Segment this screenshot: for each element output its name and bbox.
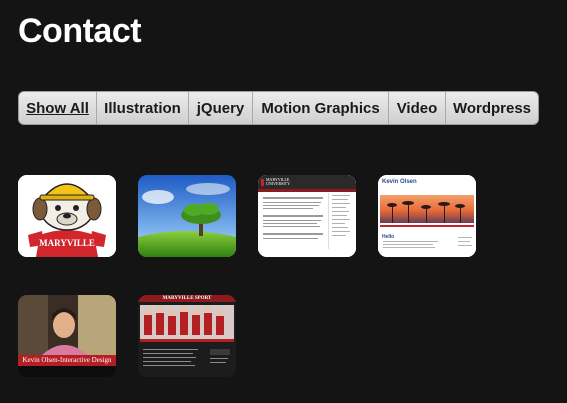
- filter-label: jQuery: [196, 99, 245, 117]
- filter-motion-graphics[interactable]: Motion Graphics: [253, 92, 389, 124]
- filter-label: Illustration: [104, 99, 181, 117]
- filter-label: Show All: [26, 99, 89, 117]
- video-caption: Kevin Olsen-Interactive Design: [22, 356, 112, 364]
- website-screenshot-icon: [138, 295, 236, 377]
- website-screenshot-icon: [258, 175, 356, 257]
- filter-label: Video: [396, 99, 438, 117]
- filter-video[interactable]: Video: [389, 92, 446, 124]
- filter-wordpress[interactable]: Wordpress: [446, 92, 538, 124]
- portfolio-thumb-maryville-sport[interactable]: MARYVILLE SPORT: [138, 295, 236, 377]
- page-title: Contact: [18, 12, 142, 50]
- maryville-sport-logo: MARYVILLE SPORT: [162, 296, 212, 301]
- filter-jquery[interactable]: jQuery: [189, 92, 253, 124]
- website-screenshot-icon: [378, 175, 476, 257]
- portfolio-thumb-maryville-site[interactable]: MARYVILLE UNIVERSITY: [258, 175, 356, 257]
- portfolio-thumb-tree[interactable]: [138, 175, 236, 257]
- filter-label: Wordpress: [452, 99, 532, 117]
- kevin-site-heading: Hello: [382, 234, 395, 240]
- maryville-site-logo: MARYVILLE UNIVERSITY: [266, 177, 290, 186]
- portfolio-thumb-kevin-site[interactable]: Kevin Olsen Hello: [378, 175, 476, 257]
- filter-label: Motion Graphics: [261, 99, 380, 117]
- portfolio-thumb-video[interactable]: Kevin Olsen-Interactive Design: [18, 295, 116, 377]
- filter-illustration[interactable]: Illustration: [97, 92, 189, 124]
- filter-show-all[interactable]: Show All: [19, 92, 97, 124]
- portfolio-thumb-mascot[interactable]: MARYVILLE: [18, 175, 116, 257]
- portfolio-filter-bar: Show All Illustration jQuery Motion Grap…: [18, 91, 539, 125]
- kevin-site-logo: Kevin Olsen: [382, 179, 417, 185]
- mascot-shirt-text: MARYVILLE: [39, 238, 95, 248]
- tree-landscape-icon: [138, 175, 236, 257]
